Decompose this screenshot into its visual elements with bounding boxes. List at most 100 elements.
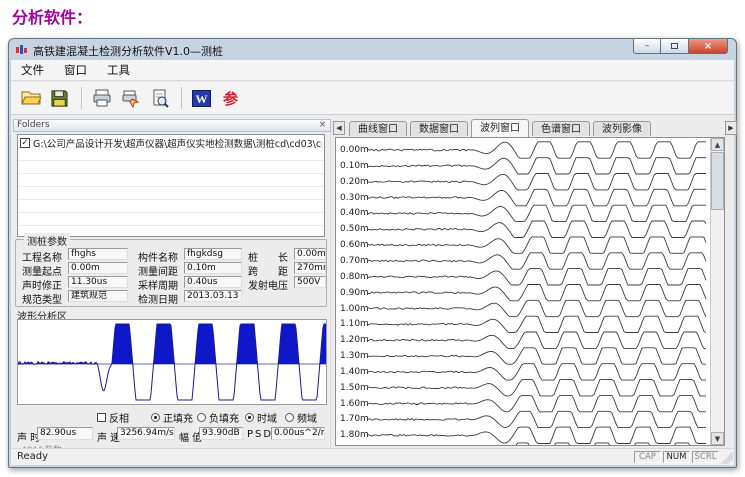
app-icon <box>16 44 28 56</box>
open-button[interactable] <box>17 85 44 112</box>
word-icon: W <box>192 90 211 107</box>
depth-label: 1.00m <box>340 304 369 314</box>
tab-scroll-right-button[interactable]: ▶ <box>725 121 737 135</box>
time-correction-field[interactable]: 11.30us <box>68 276 128 288</box>
folders-close-button[interactable]: × <box>317 120 328 131</box>
depth-label: 0.80m <box>340 272 369 282</box>
maximize-button[interactable] <box>661 39 688 54</box>
depth-label: 1.30m <box>340 351 369 361</box>
floppy-icon <box>50 89 69 108</box>
menu-item-file[interactable]: 文件 <box>21 62 44 78</box>
page: 分析软件： 高铁建混凝土检测分析软件V1.0—测桩 – × 文件 窗口 工具 <box>0 0 745 477</box>
folder-path: G:\公司产品设计开发\超声仪器\超声仪实地检测数据\测桩cd\cd03\cd0… <box>33 136 322 150</box>
vertical-scrollbar[interactable]: ▲ ▼ <box>710 138 724 445</box>
window-title: 高铁建混凝土检测分析软件V1.0—测桩 <box>33 43 223 59</box>
maximize-icon <box>671 43 678 49</box>
tab-wavetrain-image[interactable]: 波列影像 <box>593 121 651 136</box>
save-button[interactable] <box>46 85 73 112</box>
field-label: 发射电压 <box>248 277 288 292</box>
depth-label: 0.50m <box>340 224 369 234</box>
scroll-down-button[interactable]: ▼ <box>711 432 724 445</box>
sample-period-field[interactable]: 0.40us <box>184 276 242 288</box>
field-label: 构件名称 <box>138 249 178 264</box>
voltage-field[interactable]: 500V <box>294 276 326 288</box>
menu-item-window[interactable]: 窗口 <box>64 62 87 78</box>
depth-label: 0.00m <box>340 145 369 155</box>
wavetrain-chart[interactable]: 0.00m0.10m0.20m0.30m0.40m0.50m0.60m0.70m… <box>335 137 725 446</box>
printer-icon <box>92 88 112 108</box>
app-window: 高铁建混凝土检测分析软件V1.0—测桩 – × 文件 窗口 工具 <box>8 38 737 468</box>
scroll-up-button[interactable]: ▲ <box>711 138 724 151</box>
title-bar[interactable]: 高铁建混凝土检测分析软件V1.0—测桩 – × <box>9 39 736 60</box>
folders-panel-header[interactable]: Folders × <box>13 119 331 132</box>
export-word-button[interactable]: W <box>188 85 215 112</box>
component-name-field[interactable]: fhgkdsg <box>184 248 242 260</box>
sound-time-field[interactable]: 82.90us <box>37 427 93 440</box>
depth-label: 1.20m <box>340 335 369 345</box>
toolbar-separator <box>81 87 82 109</box>
tab-spectrum-window[interactable]: 色谱窗口 <box>532 121 590 136</box>
arrow-up-icon: ▲ <box>715 141 720 149</box>
resize-grip[interactable] <box>721 452 733 464</box>
measure-start-field[interactable]: 0.00m <box>68 262 128 274</box>
print-preview-button[interactable] <box>146 85 173 112</box>
print-button[interactable] <box>88 85 115 112</box>
close-icon: × <box>704 41 712 52</box>
scrollbar-thumb[interactable] <box>711 152 724 210</box>
print-setup-button[interactable] <box>117 85 144 112</box>
tab-scroll-left-button[interactable]: ◀ <box>333 121 345 135</box>
velocity-field[interactable]: 3256.94m/s <box>117 427 175 440</box>
depth-label: 0.30m <box>340 193 369 203</box>
page-title: 分析软件： <box>12 4 92 28</box>
folders-list[interactable]: ✓ G:\公司产品设计开发\超声仪器\超声仪实地检测数据\测桩cd\cd03\c… <box>17 134 325 237</box>
field-label: 工程名称 <box>22 249 62 264</box>
standard-type-field[interactable]: 建筑规范 <box>68 290 128 302</box>
tab-wavetrain-window[interactable]: 波列窗口 <box>471 119 529 137</box>
pile-length-field[interactable]: 0.00m <box>294 248 326 260</box>
checkbox-checked-icon[interactable]: ✓ <box>20 138 30 148</box>
num-lock-indicator: NUM <box>663 451 690 463</box>
field-label: 桩 长 <box>248 249 288 264</box>
invert-checkbox[interactable]: 反相 <box>97 410 129 425</box>
psd-field[interactable]: 0.00us^2/m <box>271 427 325 440</box>
client-area: 文件 窗口 工具 <box>11 60 734 465</box>
radio-icon <box>197 413 206 422</box>
measure-interval-field[interactable]: 0.10m <box>184 262 242 274</box>
waveform-analysis-chart[interactable] <box>17 319 327 405</box>
menu-bar: 文件 窗口 工具 <box>11 60 734 81</box>
window-controls: – × <box>633 39 728 54</box>
status-bar: Ready CAP NUM SCRL <box>11 448 734 465</box>
tab-data-window[interactable]: 数据窗口 <box>410 121 468 136</box>
close-icon: × <box>319 120 327 130</box>
printer-setup-icon <box>121 88 141 108</box>
project-name-field[interactable]: fhghs <box>68 248 128 260</box>
amplitude-field[interactable]: 93.90dB <box>199 427 243 440</box>
field-label: 跨 距 <box>248 263 288 278</box>
waveform-svg <box>18 320 326 404</box>
fill-negative-radio[interactable]: 负填充 <box>197 410 239 425</box>
depth-label: 0.70m <box>340 256 369 266</box>
menu-item-tools[interactable]: 工具 <box>107 62 130 78</box>
tab-curve-window[interactable]: 曲线窗口 <box>349 121 407 136</box>
test-date-field[interactable]: 2013.03.13 <box>184 290 242 302</box>
fill-positive-radio[interactable]: 正填充 <box>151 410 193 425</box>
radio-selected-icon <box>151 413 160 422</box>
chevron-left-icon: ◀ <box>336 124 341 132</box>
groupbox-title: 测桩参数 <box>24 233 70 248</box>
radio-selected-icon <box>245 413 254 422</box>
close-button[interactable]: × <box>688 39 728 54</box>
parameters-button[interactable]: 参 <box>217 85 244 112</box>
toolbar-separator <box>181 87 182 109</box>
field-label: 声时修正 <box>22 277 62 292</box>
minimize-icon: – <box>645 41 650 51</box>
radio-icon <box>285 413 294 422</box>
freq-domain-radio[interactable]: 频域 <box>285 410 317 425</box>
depth-label: 0.20m <box>340 177 369 187</box>
time-domain-radio[interactable]: 时域 <box>245 410 277 425</box>
folder-list-item[interactable]: ✓ G:\公司产品设计开发\超声仪器\超声仪实地检测数据\测桩cd\cd03\c… <box>20 136 322 150</box>
span-field[interactable]: 270mm <box>294 262 326 274</box>
folder-open-icon <box>21 88 41 108</box>
minimize-button[interactable]: – <box>633 39 661 54</box>
status-flags: CAP NUM SCRL <box>634 451 719 463</box>
pile-params-groupbox: 测桩参数 工程名称 fhghs 构件名称 fhgkdsg 桩 长 0.00m 测… <box>15 239 327 307</box>
